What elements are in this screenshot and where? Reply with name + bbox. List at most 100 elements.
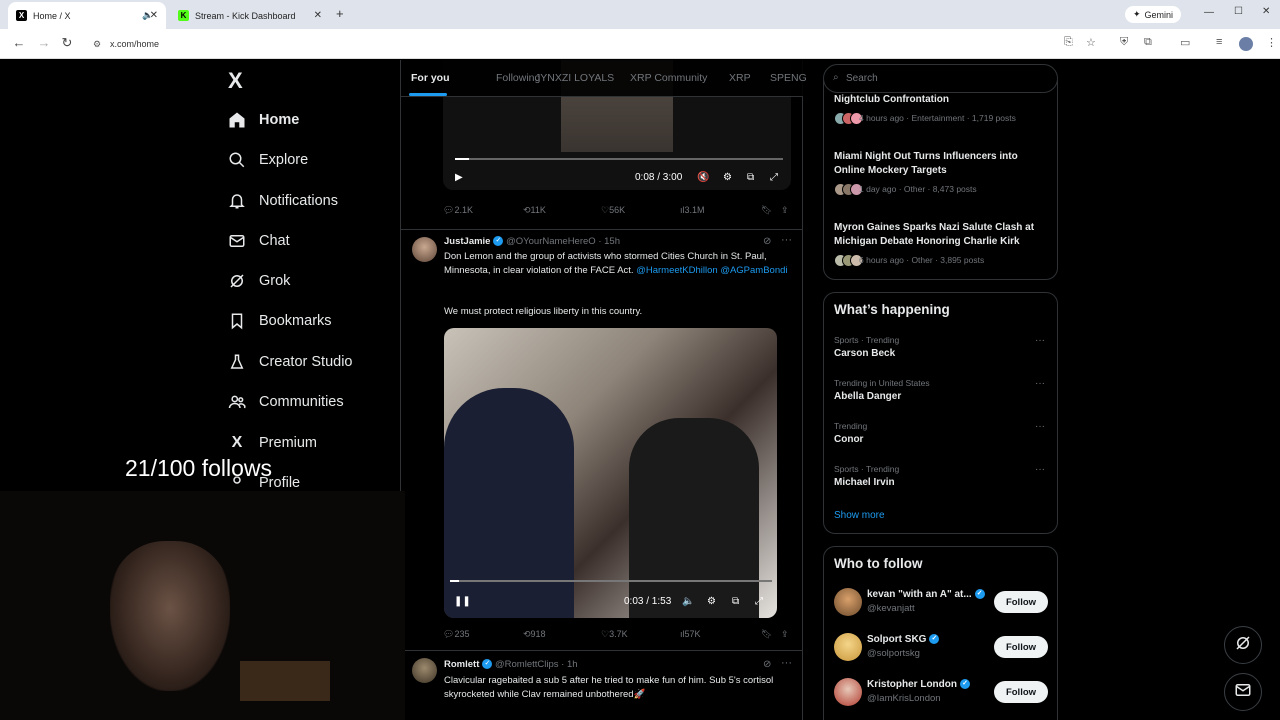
more-icon[interactable]: ··· <box>1035 421 1045 432</box>
avatar[interactable] <box>412 658 437 683</box>
mute-icon[interactable]: 🔇 <box>697 172 709 183</box>
tab-home-x[interactable]: X Home / X 🔈 ✕ <box>8 2 166 29</box>
fullscreen-icon[interactable]: ⤢ <box>755 596 763 607</box>
tweet-time[interactable]: · 15h <box>598 236 620 247</box>
minimize-button[interactable]: — <box>1204 7 1214 18</box>
nav-communities[interactable]: Communities <box>227 392 344 412</box>
mention-link[interactable]: @AGPamBondi <box>720 265 787 276</box>
shield-icon[interactable]: ⛨ <box>1120 36 1128 49</box>
trend-name[interactable]: Michael Irvin <box>834 477 895 488</box>
account-name[interactable]: Kristopher London ✓ <box>867 679 970 690</box>
follow-button[interactable]: Follow <box>994 636 1048 658</box>
close-tab-icon[interactable]: ✕ <box>314 10 322 21</box>
author-name[interactable]: Romlett <box>444 659 479 670</box>
pause-icon[interactable]: ❚❚ <box>454 596 471 607</box>
extensions-icon[interactable]: ⧉ <box>1144 36 1152 49</box>
tab-jynxzi-loyals[interactable]: JYNXZI LOYALS <box>535 72 614 84</box>
avatar[interactable] <box>834 678 862 706</box>
repost-button[interactable]: ⟲ 11K <box>523 205 546 216</box>
tweet2-video[interactable]: ❚❚ 0:03 / 1:53 🔈 ⚙ ⧉ ⤢ <box>444 328 777 618</box>
site-info-icon[interactable]: ⚙ <box>93 39 101 50</box>
repost-button[interactable]: ⟲ 918 <box>523 629 546 640</box>
trend-title[interactable]: Miami Night Out Turns Influencers into O… <box>834 150 1049 178</box>
media-icon[interactable]: ≡ <box>1216 36 1222 48</box>
nav-notifications[interactable]: Notifications <box>227 191 338 211</box>
nav-chat[interactable]: Chat <box>227 231 290 251</box>
trend-title[interactable]: Nightclub Confrontation <box>834 93 1049 107</box>
pip-icon[interactable]: ⧉ <box>747 172 754 183</box>
x-logo[interactable]: X <box>228 68 243 94</box>
video-progress-track[interactable] <box>455 158 783 160</box>
author-handle[interactable]: @OYourNameHereO <box>506 236 596 247</box>
profile-avatar[interactable] <box>1239 37 1253 51</box>
volume-icon[interactable]: 🔈 <box>682 596 694 607</box>
nav-bookmarks[interactable]: Bookmarks <box>227 311 332 331</box>
avatar[interactable] <box>834 588 862 616</box>
more-icon[interactable]: ··· <box>1035 464 1045 475</box>
like-button[interactable]: ♡ 3.7K <box>601 629 628 640</box>
show-more-link[interactable]: Show more <box>834 510 885 521</box>
like-button[interactable]: ♡ 56K <box>601 205 625 216</box>
account-name[interactable]: Solport SKG ✓ <box>867 634 940 645</box>
video-progress-track[interactable] <box>450 580 772 582</box>
views-button[interactable]: ıl 3.1M <box>680 205 705 215</box>
more-icon[interactable]: ··· <box>781 657 792 669</box>
nav-premium[interactable]: X Premium <box>227 433 317 453</box>
share-icon[interactable]: ⇪ <box>781 629 789 640</box>
tab-speng[interactable]: SPENG <box>770 72 807 84</box>
reply-button[interactable]: 💬︎ 2.1K <box>443 205 473 216</box>
share-icon[interactable]: ⇪ <box>781 205 789 216</box>
side-panel-icon[interactable]: ▭ <box>1180 36 1190 49</box>
trend-name[interactable]: Abella Danger <box>834 391 901 402</box>
trend-name[interactable]: Carson Beck <box>834 348 895 359</box>
author-handle[interactable]: @RomlettClips <box>495 659 559 670</box>
url-field[interactable]: ⚙ x.com/home <box>90 33 1050 55</box>
pip-icon[interactable]: ⧉ <box>732 596 739 607</box>
tab-xrp-community[interactable]: XRP Community <box>630 72 707 84</box>
views-button[interactable]: ıl 57K <box>680 629 701 639</box>
new-tab-button[interactable]: + <box>336 6 344 21</box>
star-icon[interactable]: ☆ <box>1086 36 1096 49</box>
more-icon[interactable]: ··· <box>1035 378 1045 389</box>
author-name[interactable]: JustJamie <box>444 236 490 247</box>
tweet-time[interactable]: · 1h <box>561 659 577 670</box>
messages-float-button[interactable] <box>1224 673 1262 711</box>
trend-name[interactable]: Conor <box>834 434 863 445</box>
mention-link[interactable]: @HarmeetKDhillon <box>636 265 717 276</box>
menu-icon[interactable]: ⋮ <box>1266 36 1277 49</box>
back-button[interactable]: ← <box>10 35 28 50</box>
maximize-button[interactable]: ☐ <box>1234 6 1243 17</box>
gemini-button[interactable]: ✦ Gemini <box>1125 6 1182 23</box>
tab-kick-dashboard[interactable]: K Stream - Kick Dashboard ✕ <box>170 2 330 29</box>
install-app-icon[interactable]: ⎘ <box>1064 36 1073 49</box>
reply-button[interactable]: 💬︎ 235 <box>443 629 469 640</box>
avatar[interactable] <box>834 633 862 661</box>
tab-xrp[interactable]: XRP <box>729 72 751 84</box>
settings-icon[interactable]: ⚙ <box>723 172 732 183</box>
grok-icon[interactable]: ⊘ <box>763 659 771 670</box>
nav-grok[interactable]: Grok <box>227 271 290 291</box>
play-icon[interactable]: ▶ <box>455 172 463 183</box>
nav-explore[interactable]: Explore <box>227 150 308 170</box>
settings-icon[interactable]: ⚙ <box>707 596 716 607</box>
account-name[interactable]: kevan "with an A" at... ✓ <box>867 589 985 600</box>
trend-title[interactable]: Myron Gaines Sparks Nazi Salute Clash at… <box>834 221 1049 249</box>
tab-following[interactable]: Following <box>496 72 540 84</box>
bookmark-icon[interactable]: 🔖︎ <box>761 629 772 640</box>
tab-for-you[interactable]: For you <box>411 72 450 84</box>
bookmark-icon[interactable]: 🔖︎ <box>761 205 772 216</box>
fullscreen-icon[interactable]: ⤢ <box>770 172 778 183</box>
close-tab-icon[interactable]: ✕ <box>150 10 158 21</box>
more-icon[interactable]: ··· <box>781 234 792 246</box>
grok-float-button[interactable] <box>1224 626 1262 664</box>
close-window-button[interactable]: ✕ <box>1262 6 1270 17</box>
reload-button[interactable]: ↻ <box>58 35 76 51</box>
follow-button[interactable]: Follow <box>994 591 1048 613</box>
nav-home[interactable]: Home <box>227 110 299 130</box>
nav-creator-studio[interactable]: Creator Studio <box>227 352 353 372</box>
forward-button[interactable]: → <box>35 35 53 50</box>
follow-button[interactable]: Follow <box>994 681 1048 703</box>
grok-icon[interactable]: ⊘ <box>763 236 771 247</box>
avatar[interactable] <box>412 237 437 262</box>
more-icon[interactable]: ··· <box>1035 335 1045 346</box>
